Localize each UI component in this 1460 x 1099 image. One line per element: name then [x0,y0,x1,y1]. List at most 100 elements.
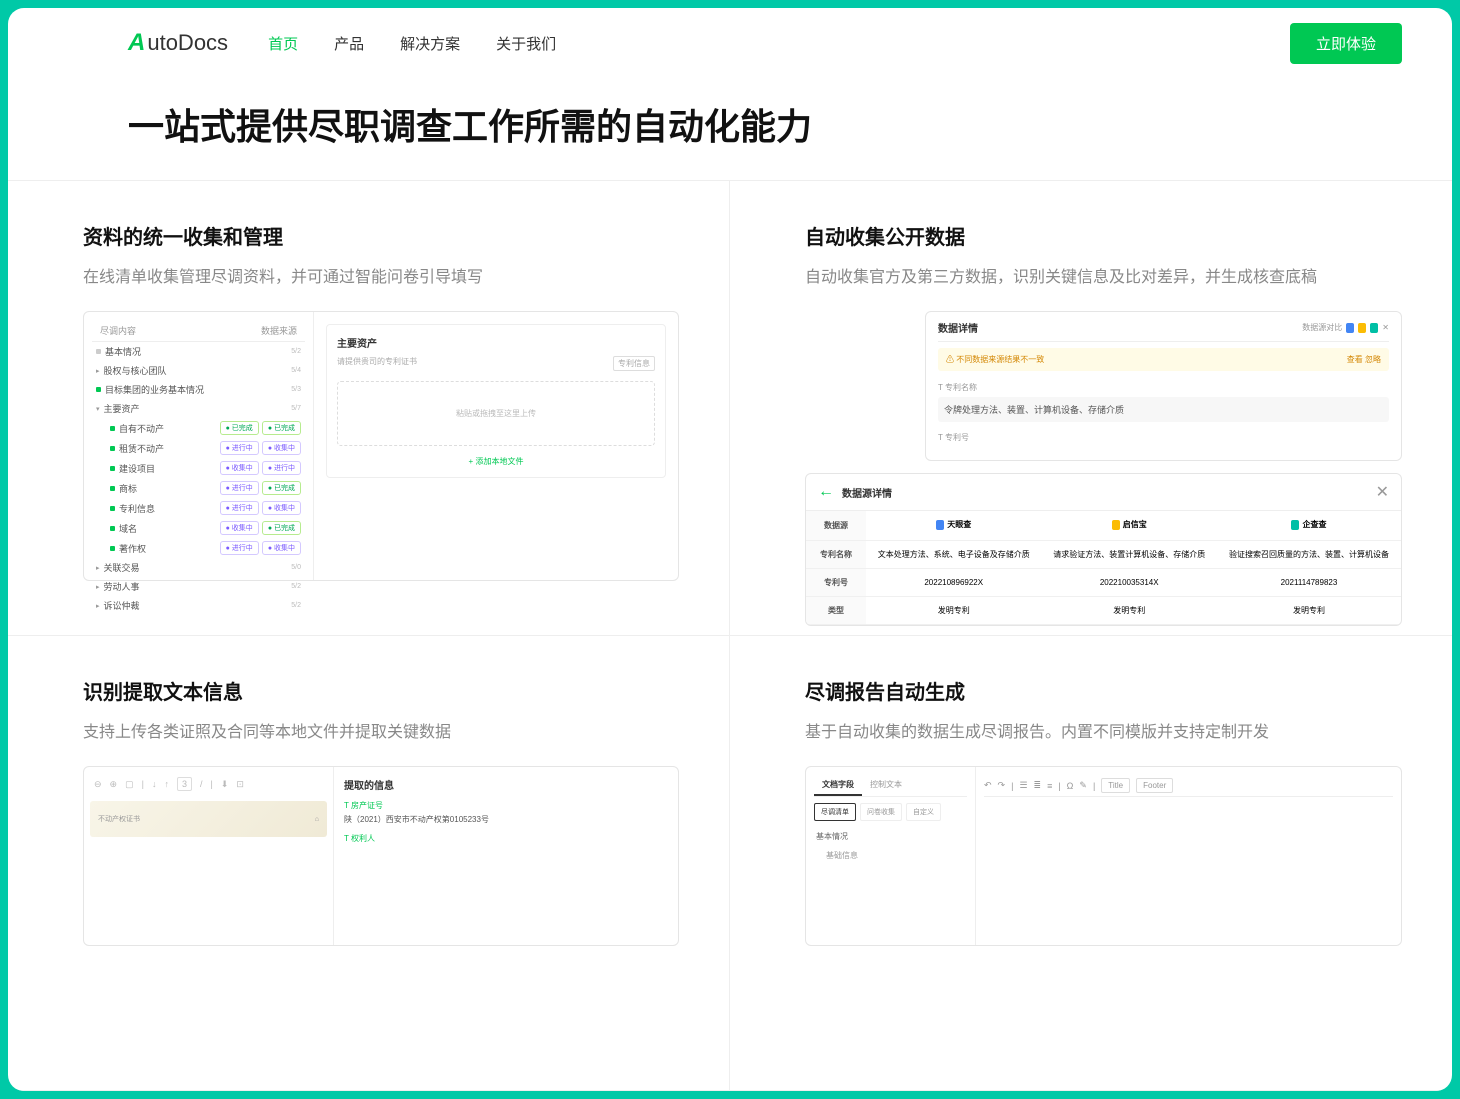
add-local-file[interactable]: + 添加本地文件 [337,446,655,467]
print-icon[interactable]: ⊡ [236,779,244,790]
table-row: 专利名称文本处理方法、系统、电子设备及存储介质请求验证方法、装置计算机设备、存储… [806,540,1401,568]
page-input[interactable]: 3 [177,777,192,791]
table-row: 类型发明专利发明专利发明专利 [806,596,1401,624]
panel-title: 主要资产 [337,335,655,350]
status-badge: ● 进行中 [220,441,259,455]
close-icon[interactable]: ✕ [1382,323,1389,332]
tree-label: 诉讼仲裁 [104,599,140,612]
nav-about[interactable]: 关于我们 [496,33,556,54]
dot-icon [110,466,115,471]
mock-extract: ⊖ ⊕ ▢ | ↓ ↑ 3 / | ⬇ ⊡ 不动产权证书 ⌂ [83,766,679,946]
chevron-right-icon: ▸ [96,602,100,610]
close-icon[interactable]: ✕ [1376,482,1389,502]
tool-icon[interactable]: ↶ [984,780,992,791]
upload-dropzone[interactable]: 粘贴或拖拽至这里上传 [337,381,655,446]
logo[interactable]: AutoDocs [128,29,228,57]
tree-row[interactable]: 商标 ● 进行中● 已完成 [92,478,305,498]
dot-icon [96,349,101,354]
nav-solutions[interactable]: 解决方案 [400,33,460,54]
shield-icon-teal [1370,323,1378,333]
tree-label: 劳动人事 [104,580,140,593]
nav-home[interactable]: 首页 [268,33,298,54]
tree-row[interactable]: 租赁不动产● 进行中● 收集中 [92,438,305,458]
table-cell: 发明专利 [866,596,1041,624]
count-badge: 5/2 [291,348,301,355]
table-header: 启信宝 [1041,511,1216,540]
tree-row[interactable]: ▸劳动人事5/2 [92,577,305,596]
shield-icon [1291,520,1299,530]
fit-icon[interactable]: ▢ [125,779,134,790]
table-header: 数据源 [806,511,866,540]
tree-label: 专利信息 [119,502,155,515]
tree-label: 主要资产 [104,402,140,415]
status-badge: ● 进行中 [262,461,301,475]
row-header: 专利号 [806,568,866,596]
tree-row[interactable]: 域名● 收集中● 已完成 [92,518,305,538]
feature-title: 识别提取文本信息 [83,676,679,705]
feature-title: 自动收集公开数据 [805,221,1402,250]
table-cell: 发明专利 [1041,596,1216,624]
tree-label: 建设项目 [119,462,155,475]
zoom-out-icon[interactable]: ⊖ [94,779,102,790]
tree-row[interactable]: ▾主要资产5/7 [92,399,305,418]
feature-desc: 自动收集官方及第三方数据，识别关键信息及比对差异，并生成核查底稿 [805,264,1402,291]
chevron-down-icon: ▾ [96,405,100,413]
warning-actions[interactable]: 查看 忽略 [1347,354,1381,365]
tool-icon[interactable]: ↷ [998,780,1006,791]
data-detail-title: 数据详情 [938,320,978,335]
status-badge: ● 进行中 [220,481,259,495]
tree-row[interactable]: ▸诉讼仲裁5/2 [92,596,305,615]
status-badge: ● 收集中 [262,541,301,555]
tree-row[interactable]: 建设项目● 收集中● 进行中 [92,458,305,478]
tree-label: 著作权 [119,542,146,555]
next-page-icon[interactable]: ↑ [164,779,169,789]
mock-source-compare: ← 数据源详情 ✕ 数据源天眼查启信宝企查查专利名称文本处理方法、系统、电子设备… [805,473,1402,626]
tool-icon[interactable]: Ω [1067,781,1074,791]
status-badge: ● 进行中 [220,541,259,555]
tree-label: 基本情况 [105,345,141,358]
download-icon[interactable]: ⬇ [221,779,229,790]
count-badge: 5/2 [291,583,301,590]
panel-subtitle: 请提供贵司的专利证书 [337,356,417,371]
tool-icon[interactable]: ≡ [1047,781,1052,791]
tree-row[interactable]: 专利信息● 进行中● 收集中 [92,498,305,518]
tree-row[interactable]: 自有不动产● 已完成● 已完成 [92,418,305,438]
dot-icon [110,506,115,511]
tree-label: 商标 [119,482,137,495]
tree-row[interactable]: ▸关联交易5/0 [92,558,305,577]
tree-row[interactable]: 目标集团的业务基本情况5/3 [92,380,305,399]
tab-control-text[interactable]: 控制文本 [862,775,910,796]
tree-row[interactable]: ▸股权与核心团队5/4 [92,361,305,380]
tree-row[interactable]: 著作权 ● 进行中● 收集中 [92,538,305,558]
count-badge: 5/0 [291,564,301,571]
tool-icon[interactable]: ☰ [1019,780,1027,791]
back-arrow-icon[interactable]: ← [818,483,834,501]
feature-desc: 在线清单收集管理尽调资料，并可通过智能问卷引导填写 [83,264,679,291]
tree-row[interactable]: 基本情况 5/2 [92,342,305,361]
style-select-title[interactable]: Title [1101,778,1130,793]
cta-button[interactable]: 立即体验 [1290,23,1402,64]
style-select-footer[interactable]: Footer [1136,778,1173,793]
tool-icon[interactable]: ≣ [1034,780,1042,791]
status-badge: ● 已完成 [262,521,301,535]
feature-desc: 基于自动收集的数据生成尽调报告。内置不同模版并支持定制开发 [805,719,1402,746]
logo-mark: A [128,29,145,57]
subtab-checklist[interactable]: 尽调清单 [814,803,856,821]
chevron-right-icon: ▸ [96,564,100,572]
section-subitem[interactable]: 基础信息 [814,846,967,865]
subtab-survey[interactable]: 问卷收集 [860,803,902,821]
feature-cell-autocollect: 自动收集公开数据 自动收集官方及第三方数据，识别关键信息及比对差异，并生成核查底… [730,181,1452,636]
tool-icon[interactable]: ✎ [1079,780,1087,791]
zoom-in-icon[interactable]: ⊕ [110,779,118,790]
nav-product[interactable]: 产品 [334,33,364,54]
tab-doc-fields[interactable]: 文档字段 [814,775,862,796]
dot-icon [110,426,115,431]
prev-page-icon[interactable]: ↓ [152,779,157,789]
chevron-right-icon: ▸ [96,367,100,375]
subtab-custom[interactable]: 自定义 [906,803,941,821]
logo-text: utoDocs [147,30,228,56]
table-header: 企查查 [1217,511,1401,540]
table-cell: 2021114789823 [1217,568,1401,596]
status-badge: ● 已完成 [262,481,301,495]
section-item[interactable]: 基本情况 [814,827,967,846]
